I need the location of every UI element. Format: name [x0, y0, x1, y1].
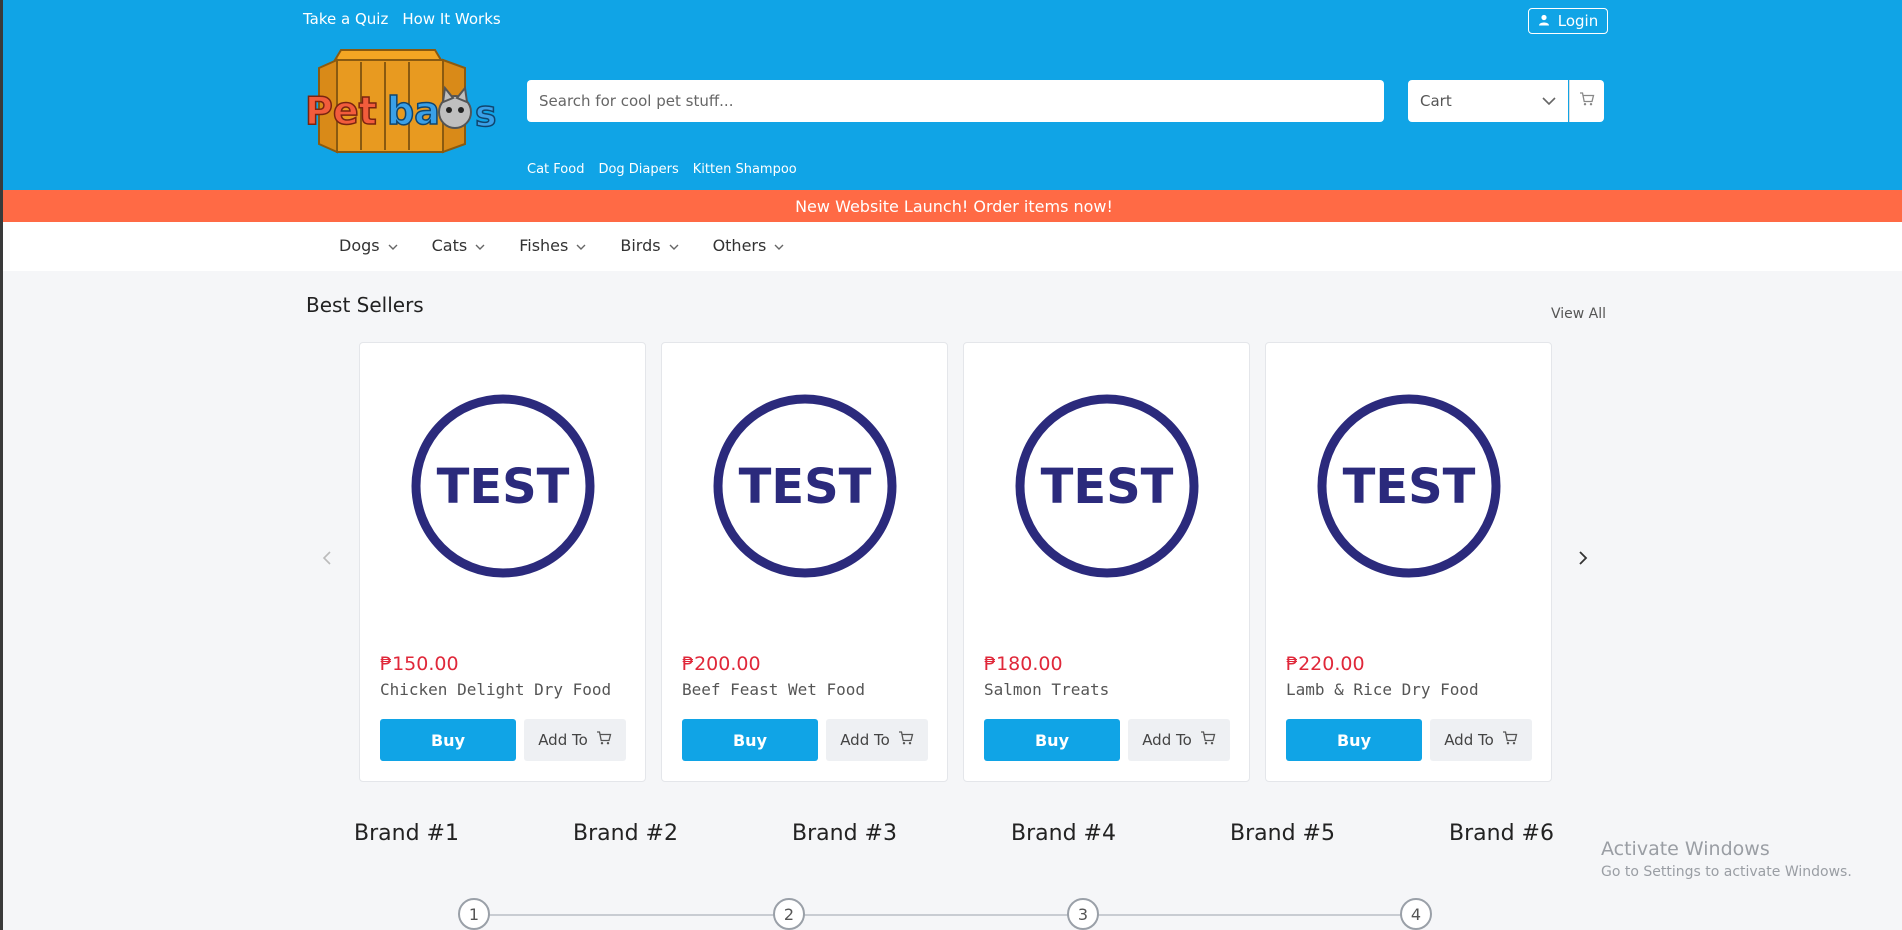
search-input[interactable]: [527, 80, 1384, 122]
category-nav: Dogs Cats Fishes Birds Others: [3, 222, 1902, 271]
add-to-cart-button[interactable]: Add To: [1430, 719, 1532, 761]
top-links: Take a Quiz How It Works: [303, 10, 501, 28]
activate-windows-subtitle: Go to Settings to activate Windows.: [1601, 864, 1852, 880]
nav-item-fishes[interactable]: Fishes: [519, 236, 586, 255]
product-image: TEST: [408, 391, 598, 581]
buy-button[interactable]: Buy: [1286, 719, 1422, 761]
add-to-cart-button[interactable]: Add To: [524, 719, 626, 761]
cart-icon: [596, 730, 612, 750]
product-image: TEST: [710, 391, 900, 581]
quick-link-dog-diapers[interactable]: Dog Diapers: [598, 162, 678, 177]
product-price: ₱200.00: [682, 653, 761, 675]
svg-text:s: s: [475, 94, 496, 135]
step-marker: 1: [458, 898, 490, 930]
how-it-works-link[interactable]: How It Works: [402, 10, 500, 28]
product-image: TEST: [1314, 391, 1504, 581]
cart-dropdown[interactable]: Cart: [1408, 80, 1568, 122]
brand-item[interactable]: Brand #4: [1011, 821, 1116, 846]
site-header: Take a Quiz How It Works Login Pet ba s …: [3, 0, 1902, 190]
product-image: TEST: [1012, 391, 1202, 581]
promo-banner: New Website Launch! Order items now!: [3, 190, 1902, 222]
chevron-left-icon: [322, 550, 332, 570]
product-card[interactable]: TEST ₱200.00 Beef Feast Wet Food Buy Add…: [661, 342, 948, 782]
svg-text:TEST: TEST: [739, 459, 872, 515]
quick-links: Cat Food Dog Diapers Kitten Shampoo: [527, 162, 797, 177]
cart-icon: [898, 730, 914, 750]
brand-item[interactable]: Brand #2: [573, 821, 678, 846]
add-to-cart-button[interactable]: Add To: [1128, 719, 1230, 761]
brand-item[interactable]: Brand #1: [354, 821, 459, 846]
step-marker: 3: [1067, 898, 1099, 930]
brand-item[interactable]: Brand #3: [792, 821, 897, 846]
nav-item-label: Fishes: [519, 236, 569, 255]
product-name[interactable]: Lamb & Rice Dry Food: [1286, 680, 1479, 699]
svg-text:TEST: TEST: [1343, 459, 1476, 515]
carousel-next-button[interactable]: [1571, 548, 1595, 572]
nav-item-label: Dogs: [339, 236, 380, 255]
nav-item-cats[interactable]: Cats: [432, 236, 486, 255]
nav-item-label: Birds: [620, 236, 661, 255]
chevron-down-icon: [1542, 92, 1556, 110]
quick-link-kitten-shampoo[interactable]: Kitten Shampoo: [693, 162, 797, 177]
nav-item-dogs[interactable]: Dogs: [339, 236, 398, 255]
nav-item-birds[interactable]: Birds: [620, 236, 679, 255]
step-marker: 4: [1400, 898, 1432, 930]
buy-button[interactable]: Buy: [682, 719, 818, 761]
cart-button[interactable]: [1569, 80, 1604, 122]
best-sellers-title: Best Sellers: [306, 293, 424, 317]
add-to-label: Add To: [1142, 731, 1192, 749]
brand-item[interactable]: Brand #5: [1230, 821, 1335, 846]
carousel-prev-button[interactable]: [315, 548, 339, 572]
login-button[interactable]: Login: [1528, 8, 1608, 34]
cart-icon: [1579, 91, 1595, 111]
chevron-down-icon: [475, 236, 485, 255]
product-price: ₱150.00: [380, 653, 459, 675]
cart-icon: [1200, 730, 1216, 750]
add-to-label: Add To: [538, 731, 588, 749]
buy-button[interactable]: Buy: [984, 719, 1120, 761]
product-card[interactable]: TEST ₱150.00 Chicken Delight Dry Food Bu…: [359, 342, 646, 782]
add-to-cart-button[interactable]: Add To: [826, 719, 928, 761]
petbaos-logo[interactable]: Pet ba s: [303, 46, 508, 156]
chevron-right-icon: [1578, 550, 1588, 570]
svg-text:Pet: Pet: [305, 89, 377, 133]
chevron-down-icon: [576, 236, 586, 255]
activate-windows-title: Activate Windows: [1601, 838, 1770, 860]
product-card[interactable]: TEST ₱220.00 Lamb & Rice Dry Food Buy Ad…: [1265, 342, 1552, 782]
cart-dropdown-label: Cart: [1420, 92, 1452, 110]
product-card[interactable]: TEST ₱180.00 Salmon Treats Buy Add To: [963, 342, 1250, 782]
svg-text:TEST: TEST: [1041, 459, 1174, 515]
nav-item-label: Cats: [431, 236, 468, 255]
product-name[interactable]: Salmon Treats: [984, 680, 1109, 699]
quick-link-cat-food[interactable]: Cat Food: [527, 162, 584, 177]
add-to-label: Add To: [840, 731, 890, 749]
svg-text:TEST: TEST: [437, 459, 570, 515]
chevron-down-icon: [669, 236, 679, 255]
svg-text:ba: ba: [387, 89, 440, 133]
buy-button[interactable]: Buy: [380, 719, 516, 761]
step-marker: 2: [773, 898, 805, 930]
steps-connector: [473, 914, 1417, 916]
login-label: Login: [1557, 12, 1599, 30]
product-price: ₱220.00: [1286, 653, 1365, 675]
browser-frame: Take a Quiz How It Works Login Pet ba s …: [0, 0, 1902, 930]
chevron-down-icon: [388, 236, 398, 255]
brand-item[interactable]: Brand #6: [1449, 821, 1554, 846]
user-icon: [1538, 12, 1550, 30]
product-name[interactable]: Chicken Delight Dry Food: [380, 680, 611, 699]
chevron-down-icon: [774, 236, 784, 255]
nav-item-label: Others: [712, 236, 767, 255]
brand-list: Brand #1 Brand #2 Brand #3 Brand #4 Bran…: [354, 821, 1554, 846]
product-price: ₱180.00: [984, 653, 1063, 675]
take-quiz-link[interactable]: Take a Quiz: [303, 10, 388, 28]
add-to-label: Add To: [1444, 731, 1494, 749]
promo-banner-text: New Website Launch! Order items now!: [795, 196, 1113, 216]
product-name[interactable]: Beef Feast Wet Food: [682, 680, 865, 699]
activate-windows-watermark: Activate Windows Go to Settings to activ…: [1601, 838, 1852, 880]
nav-item-others[interactable]: Others: [713, 236, 785, 255]
cart-icon: [1502, 730, 1518, 750]
view-all-link[interactable]: View All: [1551, 306, 1606, 322]
